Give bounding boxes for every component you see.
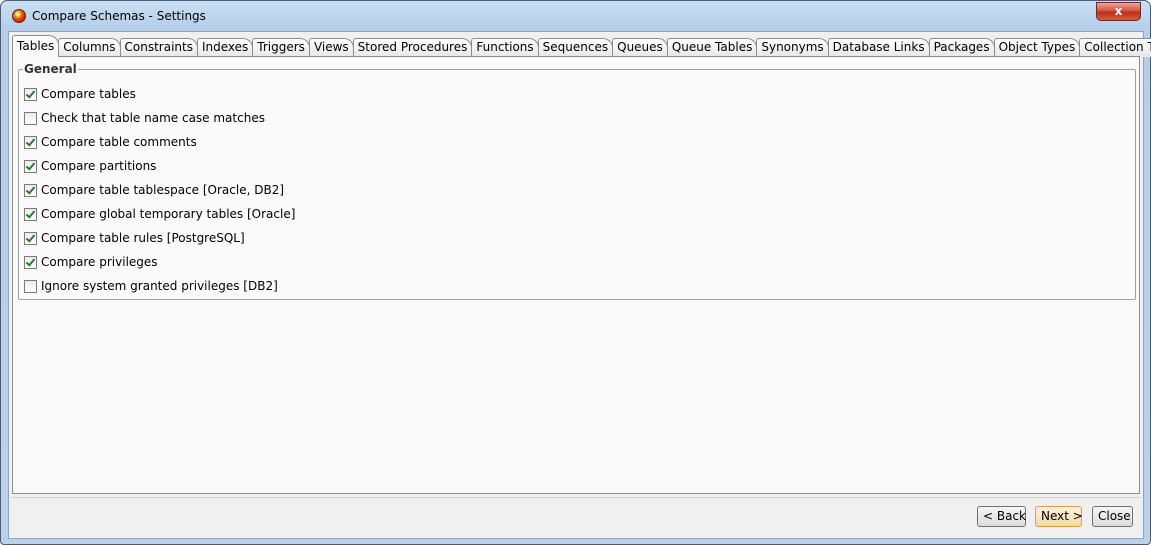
tab-synonyms[interactable]: Synonyms xyxy=(756,38,829,57)
close-button[interactable]: Close xyxy=(1092,506,1133,527)
checkmark-icon xyxy=(25,159,36,171)
checkbox[interactable] xyxy=(24,159,37,173)
option-compare-privileges[interactable]: Compare privileges xyxy=(24,253,158,271)
option-compare-table-tablespace[interactable]: Compare table tablespace [Oracle, DB2] xyxy=(24,181,284,199)
option-label: Compare tables xyxy=(41,87,136,101)
option-label: Compare table rules [PostgreSQL] xyxy=(41,231,245,245)
tab-queue-tables[interactable]: Queue Tables xyxy=(666,38,758,57)
checkmark-icon xyxy=(25,87,36,99)
option-compare-table-comments[interactable]: Compare table comments xyxy=(24,133,197,151)
checkbox[interactable] xyxy=(24,135,37,149)
footer-divider xyxy=(12,497,1140,498)
tab-views[interactable]: Views xyxy=(308,38,354,57)
tab-queues[interactable]: Queues xyxy=(612,38,668,57)
tab-functions[interactable]: Functions xyxy=(471,38,539,57)
checkmark-icon xyxy=(25,135,36,147)
option-label: Compare partitions xyxy=(41,159,157,173)
checkmark-icon xyxy=(25,231,36,243)
checkbox[interactable] xyxy=(24,279,37,293)
window-close-button[interactable]: x xyxy=(1096,2,1141,21)
option-compare-global-temporary-tables[interactable]: Compare global temporary tables [Oracle] xyxy=(24,205,295,223)
option-label: Check that table name case matches xyxy=(41,111,265,125)
option-compare-tables[interactable]: Compare tables xyxy=(24,85,136,103)
option-label: Compare global temporary tables [Oracle] xyxy=(41,207,296,221)
general-group: General Compare tables Check that table … xyxy=(18,62,1136,300)
option-label: Compare privileges xyxy=(41,255,158,269)
tab-indexes[interactable]: Indexes xyxy=(196,38,254,57)
option-compare-partitions[interactable]: Compare partitions xyxy=(24,157,156,175)
checkbox[interactable] xyxy=(24,111,37,125)
option-label: Ignore system granted privileges [DB2] xyxy=(41,279,278,293)
general-group-legend: General xyxy=(23,62,78,76)
tab-columns[interactable]: Columns xyxy=(58,38,121,57)
option-label: Compare table comments xyxy=(41,135,197,149)
checkbox[interactable] xyxy=(24,183,37,197)
checkmark-icon xyxy=(25,255,36,267)
checkbox[interactable] xyxy=(24,255,37,269)
checkbox[interactable] xyxy=(24,207,37,221)
tab-object-types[interactable]: Object Types xyxy=(993,38,1081,57)
tab-packages[interactable]: Packages xyxy=(928,38,995,57)
tab-constraints[interactable]: Constraints xyxy=(119,38,198,57)
option-check-table-name-case[interactable]: Check that table name case matches xyxy=(24,109,265,127)
window-title: Compare Schemas - Settings xyxy=(32,9,206,23)
checkmark-icon xyxy=(25,183,36,195)
option-ignore-system-granted-privileges[interactable]: Ignore system granted privileges [DB2] xyxy=(24,277,278,295)
tab-tables[interactable]: Tables xyxy=(12,35,60,57)
tab-stored-procedures[interactable]: Stored Procedures xyxy=(352,38,473,57)
close-icon: x xyxy=(1114,4,1123,18)
tab-collection-types[interactable]: Collection Types xyxy=(1079,38,1151,57)
title-bar[interactable]: Compare Schemas - Settings x xyxy=(1,1,1150,31)
tab-sequences[interactable]: Sequences xyxy=(537,38,614,57)
tab-triggers[interactable]: Triggers xyxy=(252,38,310,57)
next-button[interactable]: Next > xyxy=(1035,506,1083,527)
checkmark-icon xyxy=(25,207,36,219)
dialog-client-area: Tables Columns Constraints Indexes Trigg… xyxy=(8,31,1151,539)
tab-strip: Tables Columns Constraints Indexes Trigg… xyxy=(12,35,1151,57)
dialog-window: Compare Schemas - Settings x Tables Colu… xyxy=(0,0,1151,545)
option-label: Compare table tablespace [Oracle, DB2] xyxy=(41,183,285,197)
app-icon xyxy=(12,9,26,23)
tables-tab-panel: General Compare tables Check that table … xyxy=(12,56,1140,494)
back-button[interactable]: < Back xyxy=(977,506,1026,527)
tab-database-links[interactable]: Database Links xyxy=(827,38,930,57)
checkbox[interactable] xyxy=(24,87,37,101)
checkbox[interactable] xyxy=(24,231,37,245)
option-compare-table-rules[interactable]: Compare table rules [PostgreSQL] xyxy=(24,229,245,247)
